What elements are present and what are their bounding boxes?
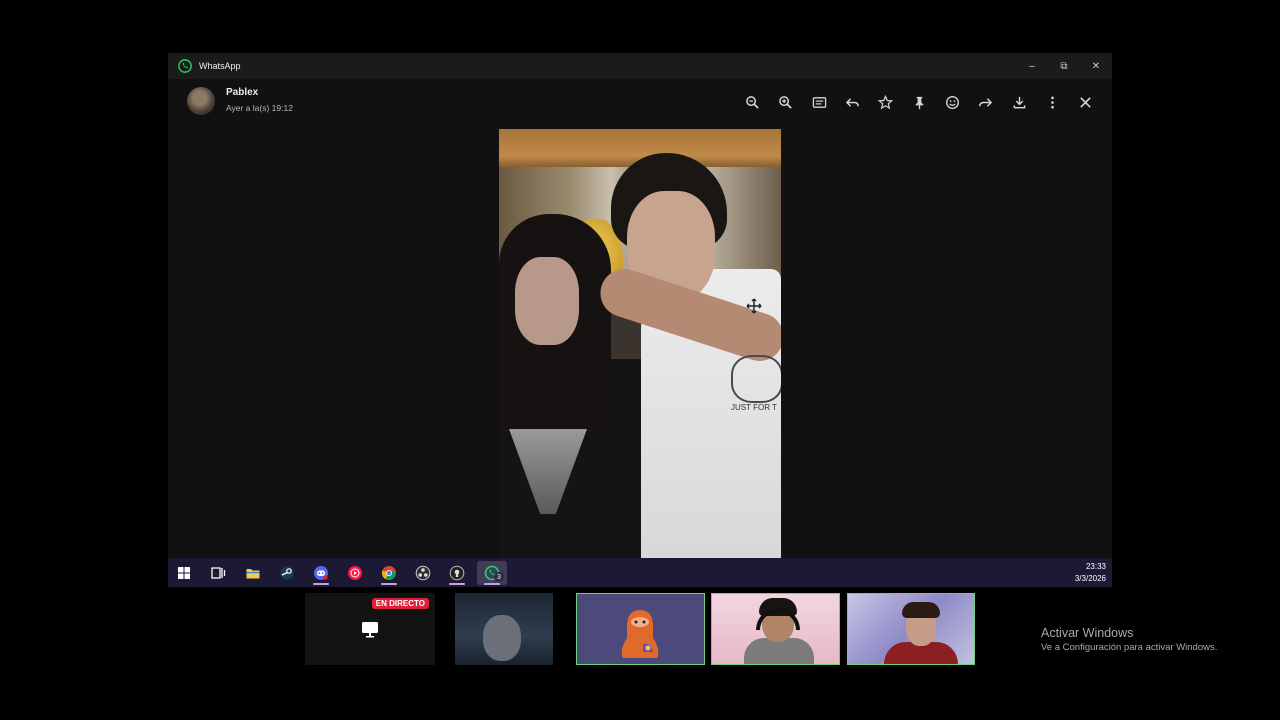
app-title: WhatsApp [199,61,241,71]
media-viewer-header: Pablex Ayer a la(s) 19:12 [168,79,1112,127]
star-icon [877,94,893,109]
taskbar-youtube-music[interactable] [341,561,369,585]
restore-button[interactable]: ⧉ [1048,53,1080,79]
close-icon [1079,96,1091,108]
pin-icon [915,96,923,109]
message-timestamp: Ayer a la(s) 19:12 [226,103,293,113]
watermark-title: Activar Windows [1041,626,1134,640]
system-clock[interactable]: 23:33 3/3/2026 [1075,561,1106,585]
taskbar-steam[interactable] [273,561,301,585]
taskbar-file-explorer[interactable] [239,561,267,585]
photo-shirt-text: JUST FOR T [731,403,777,412]
photo-person-left-face [515,257,579,345]
taskbar-discord[interactable] [307,561,335,585]
contact-name[interactable]: Pablex [226,87,258,98]
react-button[interactable] [941,91,963,113]
start-button[interactable] [170,561,198,585]
youtube-music-icon [348,566,362,580]
activate-windows-watermark: Activar Windows Ve a Configuración para … [1041,626,1217,653]
media-photo[interactable]: JUST FOR T [499,129,781,558]
caption-icon [812,96,826,108]
zoom-out-button[interactable] [741,91,763,113]
clock-date: 3/3/2026 [1074,574,1106,583]
download-icon [1013,96,1025,108]
move-cursor-icon [746,298,762,314]
close-viewer-button[interactable] [1074,91,1096,113]
mascot-avatar-icon [621,610,659,658]
screen-share-icon [362,622,378,638]
app-icon [449,565,465,581]
reply-icon [845,97,859,107]
chrome-icon [381,566,396,580]
running-indicator [484,583,500,585]
pin-button[interactable] [908,91,930,113]
running-indicator [313,583,329,585]
discord-icon [314,566,328,580]
running-indicator [381,583,397,585]
more-icon [1050,96,1054,108]
react-icon [945,95,959,109]
zoom-out-icon [745,95,759,109]
whatsapp-logo-icon [178,59,192,73]
participant-video-tile[interactable] [711,593,840,665]
windows-start-icon [178,567,190,579]
star-button[interactable] [874,91,896,113]
avatar[interactable] [187,87,215,115]
minimize-button[interactable]: – [1016,53,1048,79]
more-options-button[interactable] [1041,91,1063,113]
file-explorer-icon [246,569,260,579]
forward-button[interactable] [974,91,996,113]
taskbar: 3 23:33 3/3/2026 [168,558,1112,587]
task-view-button[interactable] [204,561,232,585]
clock-time: 23:33 [1085,562,1106,571]
zoom-in-button[interactable] [774,91,796,113]
whatsapp-unread-badge: 3 [494,572,504,582]
close-window-button[interactable]: ✕ [1080,53,1112,79]
screen-share-tile[interactable]: EN DIRECTO [305,593,435,665]
download-button[interactable] [1008,91,1030,113]
participant-hair [902,602,940,618]
reply-button[interactable] [841,91,863,113]
running-indicator [449,583,465,585]
participant-video [744,638,814,664]
live-badge: EN DIRECTO [371,598,429,609]
participant-avatar-tile[interactable] [576,593,705,665]
taskbar-app[interactable] [443,561,471,585]
title-bar[interactable]: WhatsApp – ⧉ ✕ [168,53,1112,79]
forward-icon [978,97,992,107]
watermark-subtitle: Ve a Configuración para activar Windows. [1041,642,1218,653]
obs-icon [415,565,431,581]
task-view-icon [211,567,226,579]
participant-video-tile[interactable] [455,593,553,665]
participant-video-tile[interactable] [847,593,975,665]
taskbar-obs[interactable] [409,561,437,585]
participant-video [483,615,521,661]
zoom-in-icon [778,95,792,109]
whatsapp-window: WhatsApp – ⧉ ✕ Pablex Ayer a la(s) 19:12 [168,53,1112,558]
taskbar-chrome[interactable] [375,561,403,585]
steam-icon [280,566,294,580]
photo-shirt-print [731,355,781,403]
taskbar-whatsapp[interactable]: 3 [477,561,507,585]
caption-button[interactable] [808,91,830,113]
